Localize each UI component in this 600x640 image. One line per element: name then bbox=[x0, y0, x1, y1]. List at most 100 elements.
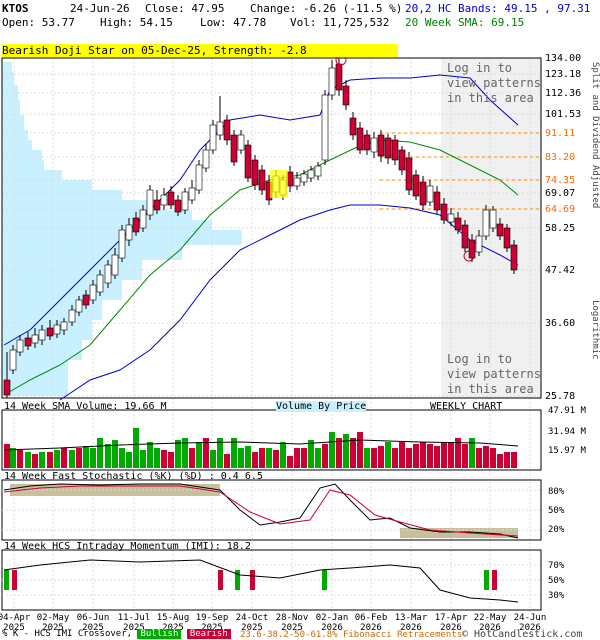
volume-bar bbox=[112, 440, 118, 468]
candle-body bbox=[496, 223, 504, 237]
candle-body bbox=[188, 187, 196, 201]
candle-body bbox=[328, 67, 336, 96]
candle-body bbox=[426, 185, 434, 203]
candle-body bbox=[160, 194, 168, 206]
x-axis-date-label: 06-Jun bbox=[77, 613, 110, 623]
volume-axis-label: 31.94 M bbox=[548, 427, 587, 437]
volume-bar bbox=[427, 444, 433, 468]
crossover-marker bbox=[4, 570, 9, 590]
price-axis-label: 123.18 bbox=[545, 69, 581, 80]
candle-body bbox=[251, 159, 259, 186]
volume-profile-bar bbox=[2, 140, 32, 150]
volume-profile-bar bbox=[2, 200, 152, 210]
volume-profile-bar bbox=[2, 280, 122, 300]
volume-axis-label: 15.97 M bbox=[548, 446, 587, 456]
volume-bar bbox=[364, 448, 370, 468]
candle-body bbox=[139, 209, 147, 229]
price-axis-label: 25.78 bbox=[545, 391, 575, 402]
candle-body bbox=[391, 139, 399, 161]
price-axis-label: 112.36 bbox=[545, 88, 581, 99]
volume-profile-bar bbox=[2, 62, 12, 72]
volume-panel-title: 14 Week SMA Volume: 19.66 M bbox=[4, 401, 167, 412]
candle-body bbox=[307, 169, 315, 179]
x-axis-date-label: 19-Sep bbox=[196, 613, 229, 623]
candle-body bbox=[461, 224, 469, 249]
volume-bar bbox=[97, 438, 103, 468]
volume-bar bbox=[140, 450, 146, 468]
candle-body bbox=[181, 191, 189, 211]
candle-body bbox=[89, 284, 97, 301]
candle-body bbox=[174, 199, 182, 213]
candle-body bbox=[349, 117, 357, 136]
crossover-marker bbox=[218, 570, 223, 590]
volume-bar bbox=[385, 442, 391, 468]
stochastic-axis-label: 50% bbox=[548, 506, 565, 516]
momentum-axis-label: 70% bbox=[548, 561, 565, 571]
candle-body bbox=[53, 324, 61, 335]
candle-body bbox=[3, 379, 11, 396]
candle-body bbox=[153, 199, 161, 211]
candle-body bbox=[356, 127, 364, 151]
candle-body bbox=[258, 169, 266, 191]
volume-bar bbox=[315, 448, 321, 468]
x-axis-date-label: 02-May bbox=[37, 613, 70, 623]
volume-bar bbox=[4, 444, 10, 468]
volume-bar bbox=[17, 450, 23, 468]
volume-bar bbox=[76, 448, 82, 468]
volume-bar bbox=[259, 448, 265, 468]
candle-body bbox=[31, 334, 39, 344]
candle-body bbox=[202, 149, 210, 169]
bearish-badge: Bearish bbox=[186, 629, 231, 639]
candle-body bbox=[293, 177, 301, 187]
volume-bar bbox=[280, 442, 286, 468]
volume-bar bbox=[10, 448, 16, 468]
volume-bar bbox=[329, 432, 335, 468]
volume-bar bbox=[273, 450, 279, 468]
volume-bar bbox=[308, 440, 314, 468]
volume-bar bbox=[357, 432, 363, 468]
stochastic-axis-label: 80% bbox=[548, 487, 565, 497]
split-adjusted-label: Split and Dividend Adjusted bbox=[590, 62, 600, 209]
candle-body bbox=[16, 339, 24, 353]
volume-bar bbox=[392, 448, 398, 468]
volume-bar bbox=[238, 448, 244, 468]
candle-body bbox=[412, 174, 420, 197]
candle-body bbox=[398, 149, 406, 171]
volume-bar bbox=[168, 452, 174, 468]
copyright-link[interactable]: © HotCandlestick.com bbox=[462, 629, 582, 640]
candle-body bbox=[167, 191, 175, 206]
crossover-marker bbox=[250, 570, 255, 590]
candle-body bbox=[104, 264, 112, 284]
candle-body bbox=[363, 134, 371, 151]
fibonacci-legend: 23.6-38.2-50-61.8% Fibonacci Retracement… bbox=[240, 630, 463, 640]
candle-body bbox=[230, 134, 238, 163]
candle-body bbox=[82, 294, 90, 306]
volume-bar bbox=[350, 438, 356, 468]
candle-body bbox=[209, 124, 217, 151]
volume-profile-bar bbox=[2, 190, 122, 200]
volume-bar bbox=[252, 452, 258, 468]
volume-bar bbox=[434, 446, 440, 468]
volume-bar bbox=[322, 444, 328, 468]
candle-body bbox=[216, 121, 224, 136]
volume-bar bbox=[420, 442, 426, 468]
candle-body bbox=[489, 209, 497, 229]
volume-profile-bar bbox=[2, 245, 182, 260]
volume-bar bbox=[266, 448, 272, 468]
price-axis-label: 83.20 bbox=[545, 152, 575, 163]
volume-profile-bar bbox=[2, 150, 42, 160]
login-prompt-bottom[interactable]: Log in to view patterns in this area bbox=[447, 352, 547, 397]
crossover-label: % K - HCS IMI Crossover, bbox=[2, 629, 133, 639]
login-prompt-top[interactable]: Log in to view patterns in this area bbox=[447, 61, 547, 106]
candle-body bbox=[419, 181, 427, 206]
volume-bar bbox=[32, 454, 38, 468]
candle-body bbox=[384, 137, 392, 159]
candle-body bbox=[46, 327, 54, 337]
x-axis-date-label: 24-Oct bbox=[236, 613, 269, 623]
pattern-signal-banner[interactable]: Bearish Doji Star on 05-Dec-25, Strength… bbox=[2, 44, 398, 57]
volume-bar bbox=[25, 452, 31, 468]
x-axis-date-label: 06-Feb bbox=[355, 613, 388, 623]
volume-bar bbox=[54, 450, 60, 468]
volume-bar bbox=[497, 454, 503, 468]
candle-body bbox=[314, 165, 322, 177]
